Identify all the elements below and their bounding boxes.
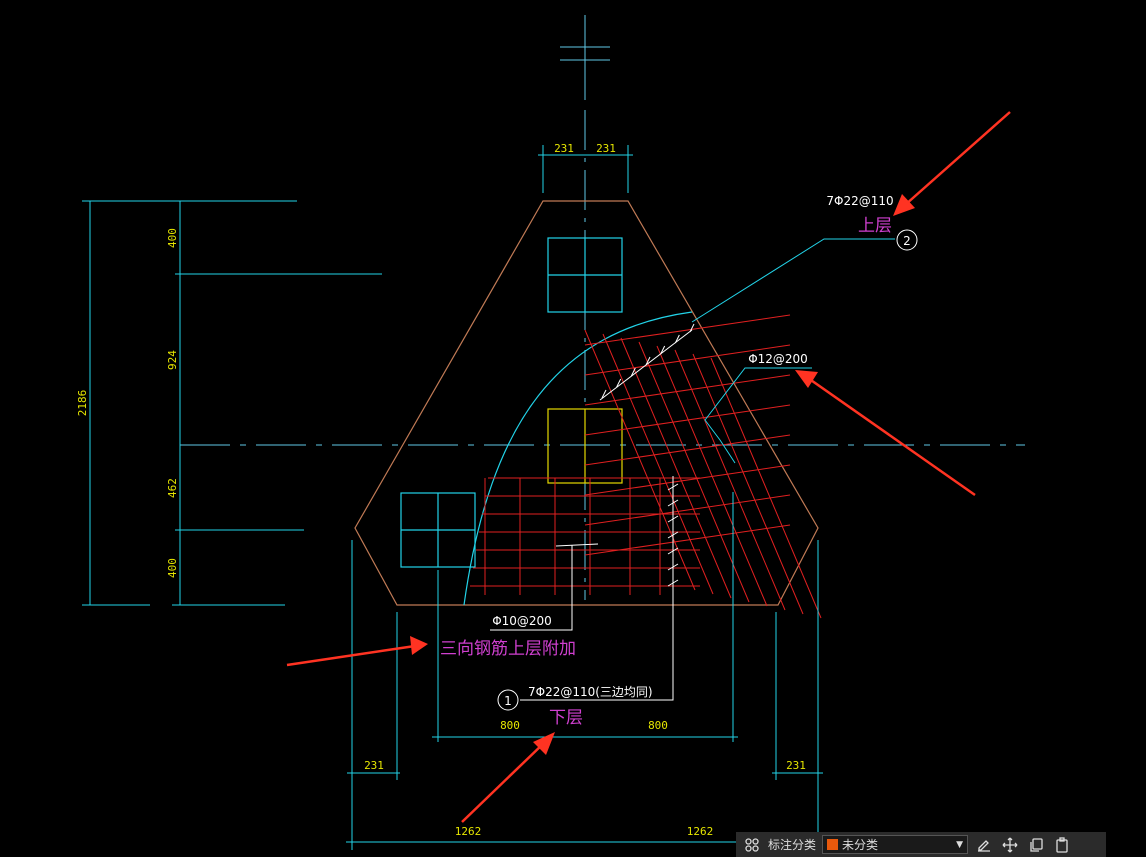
dim-mid-left: 800: [500, 719, 520, 732]
dim-mid-right: 800: [648, 719, 668, 732]
chevron-down-icon: ▼: [956, 839, 964, 850]
dim-bottom-small-right: 231: [786, 759, 806, 772]
category-color-swatch: [827, 839, 839, 850]
rebar-diagonal-a: [602, 333, 714, 595]
dim-left-924: 924: [166, 350, 179, 370]
category-select[interactable]: 未分类 ▼: [822, 835, 969, 854]
dim-total-height: 2186: [76, 390, 89, 417]
dim-top-left: 231: [554, 142, 574, 155]
grid-icon[interactable]: [742, 835, 762, 855]
rebar-diagonal-b: [584, 314, 791, 346]
toolbar-label: 标注分类: [768, 838, 817, 852]
left-dimensions: [82, 200, 382, 606]
move-icon[interactable]: [1000, 835, 1020, 855]
dim-left-400-bottom: 400: [166, 558, 179, 578]
edit-icon[interactable]: [974, 835, 994, 855]
callout-arrows: [286, 111, 1011, 823]
rebar-add-spec: Φ10@200: [492, 614, 552, 628]
category-select-value: 未分类: [842, 838, 879, 852]
dim-bottom-right: 1262: [687, 825, 714, 838]
rebar-diagonal-a: [692, 353, 804, 615]
dim-bottom-left: 1262: [455, 825, 482, 838]
rebar-bottom-layer: 下层: [549, 708, 583, 728]
dim-left-462: 462: [166, 478, 179, 498]
rebar-diagonal-a: [620, 337, 732, 599]
mark-1-label: 1: [504, 694, 512, 708]
column: [547, 408, 623, 484]
rebar-top-layer: 上层: [858, 216, 892, 236]
dim-left-400-top: 400: [166, 228, 179, 248]
dim-bottom-small-left: 231: [364, 759, 384, 772]
rebar-top-spec: 7Φ22@110: [826, 194, 893, 208]
paste-icon[interactable]: [1052, 835, 1072, 855]
cad-drawing-canvas[interactable]: 400 924 462 400 2186 231 231 231 231 800…: [0, 0, 1146, 857]
copy-icon[interactable]: [1026, 835, 1046, 855]
piles: [400, 237, 623, 568]
dim-top-right: 231: [596, 142, 616, 155]
annotation-toolbar: 标注分类 未分类 ▼: [736, 832, 1106, 857]
rebar-side-spec: Φ12@200: [748, 352, 808, 366]
rebar-diagonal-a: [710, 357, 822, 619]
mark-2-label: 2: [903, 234, 911, 248]
rebar-diagonal-b: [584, 434, 791, 466]
rebar-diagonal-b: [584, 464, 791, 496]
rebar-bottom-spec: 7Φ22@110(三边均同): [528, 685, 653, 699]
rebar-add-note: 三向钢筋上层附加: [440, 639, 576, 659]
